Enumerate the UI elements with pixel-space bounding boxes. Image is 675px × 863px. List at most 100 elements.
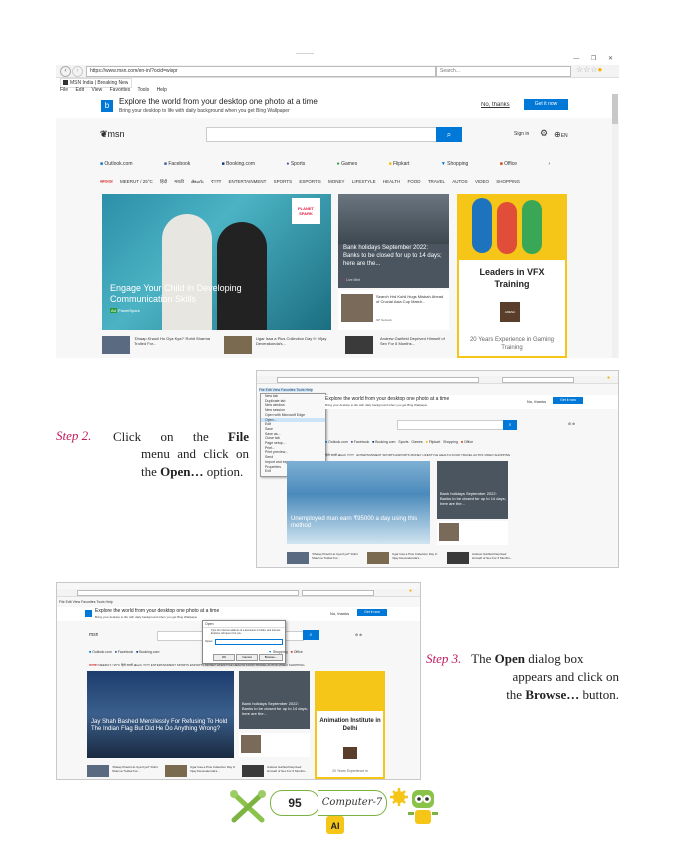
maximize-button[interactable]: ❐	[591, 56, 596, 62]
search-box[interactable]	[502, 377, 574, 383]
quicklink-shopping[interactable]: ▼ Shopping	[441, 161, 474, 167]
back-icon[interactable]: ‹	[60, 66, 71, 77]
quicklink-facebook[interactable]: ■ Facebook	[164, 161, 196, 167]
book-title-badge: Computer-7	[318, 790, 387, 816]
category-item[interactable]: MONEY	[328, 179, 345, 184]
hero-title: Unemployed man earn ₹95000 a day using t…	[291, 516, 418, 529]
news-small-card[interactable]	[437, 521, 508, 545]
ad-subtitle: 20 Years Experience in	[332, 769, 368, 773]
get-it-now-button[interactable]: Get it now	[553, 397, 583, 404]
category-item[interactable]: मराठी	[174, 179, 183, 185]
no-thanks-link[interactable]: No, thanks	[330, 611, 349, 616]
smiley-icon[interactable]: ●	[607, 375, 610, 381]
banner-subtitle: Bring your desktop to life with daily ba…	[119, 108, 290, 114]
close-button[interactable]: ✕	[608, 56, 613, 62]
quicklink-outlook[interactable]: ■ Outlook.com	[100, 161, 139, 167]
no-thanks-link[interactable]: No, thanks	[481, 102, 510, 108]
news-card-bank[interactable]: Bank holidays September 2022: Banks to b…	[239, 671, 310, 729]
category-item[interactable]: हिंदी	[160, 179, 167, 185]
open-dialog-input[interactable]	[215, 639, 283, 645]
category-item[interactable]: समाचार	[100, 179, 113, 185]
step-3-label: Step 3.	[426, 651, 462, 666]
msn-search-button[interactable]: ⌕	[503, 420, 517, 430]
category-item[interactable]: HEALTH	[383, 179, 400, 184]
hero-card[interactable]: PLANET SPARK Engage Your Child in Develo…	[102, 194, 331, 330]
category-nav: समाचार MEERUT / 25°C हिंदी मराठी తెలుగు …	[100, 179, 620, 186]
menu-file[interactable]: File	[60, 87, 68, 93]
smiley-icon[interactable]: ●	[409, 588, 412, 594]
language-selector[interactable]: ⊕EN	[554, 130, 568, 139]
bing-wallpaper-banner: b Explore the world from your desktop on…	[56, 94, 619, 118]
dialog-browse-button[interactable]: Browse...	[259, 654, 283, 661]
quicklink-booking[interactable]: ■ Booking.com	[222, 161, 261, 167]
category-item[interactable]: VIDEO	[475, 179, 489, 184]
news-card-bank[interactable]: Bank holidays September 2022: Banks to b…	[338, 194, 449, 288]
step-3-line-3: the Browse… button.	[506, 687, 619, 702]
get-it-now-button[interactable]: Get it now	[357, 609, 387, 616]
category-item[interactable]: AUTOS	[452, 179, 467, 184]
open-dialog-text: Type the Internet address of a document …	[211, 629, 281, 635]
ad-card-vfx[interactable]: Leaders in VFX Training ARENA 20 Years E…	[457, 194, 567, 358]
menu-view[interactable]: View	[91, 87, 102, 93]
bing-wallpaper-banner: Explore the world from your desktop one …	[57, 607, 420, 621]
get-it-now-button[interactable]: Get it now	[524, 99, 568, 110]
sign-in-link[interactable]: Sign in	[514, 131, 529, 137]
gear-icon[interactable]: ⚙	[540, 128, 548, 139]
menu-edit[interactable]: Edit	[75, 87, 84, 93]
bottom-news-title[interactable]: 'Dhaap Khaoli Ho Gya Kya?' Rohit Sharma …	[134, 336, 214, 348]
quicklink-games[interactable]: ● Games	[337, 161, 364, 167]
hero-card[interactable]: Jay Shah Bashed Mercilessly For Refusing…	[87, 671, 234, 758]
address-bar[interactable]	[77, 590, 299, 596]
address-bar[interactable]: https://www.msn.com/en-in/?ocid=wispr	[86, 66, 436, 77]
msn-search-button[interactable]: ⌕	[436, 127, 462, 142]
msn-search-input[interactable]	[397, 420, 504, 430]
address-toolbar: ●	[257, 375, 618, 384]
minimize-button[interactable]: —	[573, 56, 579, 62]
forward-icon[interactable]: ›	[72, 66, 83, 77]
carousel-dots[interactable]	[172, 322, 237, 330]
category-item[interactable]: SHOPPING	[496, 179, 520, 184]
chevron-right-icon[interactable]: ›	[548, 161, 550, 167]
bottom-news-title[interactable]: Ugar Issa a Plus Collection Day 9: Vijay…	[256, 336, 336, 348]
dialog-cancel-button[interactable]: Cancel	[236, 654, 258, 661]
news-small-card[interactable]	[239, 733, 310, 757]
book-title: Computer-7	[321, 797, 383, 808]
header-icons[interactable]: ⚙ ⊕	[568, 422, 575, 426]
category-item[interactable]: ENTERTAINMENT	[229, 179, 267, 184]
search-box[interactable]: Search...	[436, 66, 571, 77]
menu-favorites[interactable]: Favorites	[110, 87, 131, 93]
news-card-bank[interactable]: Bank holidays September 2022: Banks to b…	[437, 461, 508, 519]
ai-badge: AI	[326, 816, 344, 834]
quicklink-sports[interactable]: ● Sports	[286, 161, 311, 167]
header-icons[interactable]: ⚙ ⊕	[355, 633, 362, 637]
smiley-icon[interactable]: ●	[598, 65, 603, 74]
category-item[interactable]: FOOD	[408, 179, 421, 184]
category-item[interactable]: TRAVEL	[428, 179, 445, 184]
category-item[interactable]: LIFESTYLE	[352, 179, 376, 184]
msn-search-input[interactable]	[206, 127, 438, 142]
ad-card-animation[interactable]: Animation Institute in Delhi 20 Years Ex…	[315, 671, 385, 779]
msn-search-button[interactable]: ⌕	[303, 630, 319, 640]
open-dialog-label: Open:	[205, 639, 214, 643]
scrollbar[interactable]	[612, 94, 618, 358]
news-source: ● Live Mint	[343, 278, 361, 282]
quicklink-office[interactable]: ■ Office	[500, 161, 523, 167]
category-item[interactable]: SPORTS	[274, 179, 292, 184]
hero-card[interactable]: Unemployed man earn ₹95000 a day using t…	[287, 461, 430, 544]
toolbar-icons[interactable]: ☆☆☆●	[576, 65, 602, 74]
search-box[interactable]	[302, 590, 374, 596]
category-weather[interactable]: MEERUT / 25°C	[120, 179, 153, 184]
no-thanks-link[interactable]: No, thanks	[527, 399, 546, 404]
menu-bar: File Edit View Favorites Tools Help	[59, 600, 113, 604]
category-nav: हिंदी मराठी తెలుగు বাংলা ENTERTAINMENT S…	[325, 453, 511, 457]
address-bar[interactable]	[277, 377, 479, 383]
quicklink-flipkart[interactable]: ■ Flipkart	[389, 161, 416, 167]
category-item[interactable]: తెలుగు	[191, 179, 203, 186]
menu-tools[interactable]: Tools	[137, 87, 149, 93]
category-item[interactable]: বাংলা	[211, 179, 221, 186]
dialog-ok-button[interactable]: OK	[213, 654, 235, 661]
bottom-news-title[interactable]: Andrew Garfield Deprived Himself of Sex …	[380, 336, 452, 348]
news-small-card[interactable]: Search Hrd Kohli Hugs Misbah Ahead of Cr…	[338, 290, 449, 330]
category-item[interactable]: ESPORTS	[299, 179, 320, 184]
menu-help[interactable]: Help	[157, 87, 167, 93]
